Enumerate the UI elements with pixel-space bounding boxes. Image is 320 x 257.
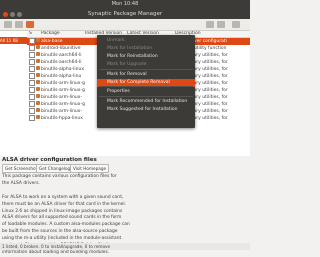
- filter-list: All 11 KB: [0, 31, 28, 156]
- description-line: For ALSA to work on a system with a give…: [2, 194, 124, 200]
- window-titlebar[interactable]: Synaptic Package Manager: [0, 9, 250, 19]
- status-checkbox[interactable]: [29, 115, 35, 121]
- close-icon[interactable]: [3, 12, 8, 17]
- menu-item-properties[interactable]: Properties: [97, 88, 195, 96]
- menu-item-mark-for-reinstallation[interactable]: Mark for Reinstallation: [97, 53, 195, 61]
- cell-package: binutils-arm-linux-g: [41, 102, 85, 107]
- cell-package: binutils-arm-linux-g: [41, 81, 85, 86]
- description-line: This package contains various configurat…: [2, 174, 117, 179]
- package-icon: [36, 108, 40, 112]
- description-line: using the m-a utility (included in the m…: [2, 236, 122, 242]
- status-checkbox[interactable]: [29, 66, 35, 72]
- clock[interactable]: Mon 10:48: [0, 0, 250, 9]
- properties-icon[interactable]: [206, 21, 214, 28]
- description-panel: ALSA driver configuration files Get Scre…: [0, 156, 250, 255]
- description-line: there must be an ALSA driver for that ca…: [2, 201, 126, 207]
- apply-icon[interactable]: [26, 21, 34, 28]
- menu-item-mark-suggested-for-installation[interactable]: Mark Suggested for Installation: [97, 106, 195, 114]
- cell-package: binutils-alpha-linu: [41, 74, 82, 79]
- package-icon: [36, 38, 40, 42]
- package-icon: [36, 52, 40, 56]
- menu-item-unmark[interactable]: Unmark: [97, 37, 195, 45]
- filter-item-all[interactable]: All 11 KB: [0, 37, 27, 44]
- package-icon: [36, 101, 40, 105]
- package-icon: [36, 115, 40, 119]
- cell-package: binutils-hppa-linux: [41, 116, 83, 121]
- status-checkbox[interactable]: [29, 94, 35, 100]
- package-icon: [36, 73, 40, 77]
- status-checkbox[interactable]: [29, 80, 35, 86]
- status-checkbox[interactable]: [29, 59, 35, 65]
- description-line: [2, 188, 248, 195]
- status-checkbox[interactable]: [29, 87, 35, 93]
- description-title: ALSA driver configuration files: [2, 157, 97, 163]
- menu-separator: [99, 96, 193, 97]
- mark-upgrades-icon[interactable]: [15, 21, 23, 28]
- status-bar: 1 listed, 0 broken. 0 to install/upgrade…: [0, 243, 250, 250]
- menu-separator: [99, 69, 193, 70]
- header-status[interactable]: S: [29, 31, 32, 37]
- package-icon: [36, 45, 40, 49]
- reload-icon[interactable]: [4, 21, 12, 28]
- package-icon: [36, 59, 40, 63]
- cell-package: android-libunitive: [41, 46, 81, 51]
- package-icon: [36, 94, 40, 98]
- toolbar: [0, 19, 250, 31]
- context-menu: Unmark Mark for Installation Mark for Rein…: [97, 35, 195, 128]
- cell-package: binutils-alpha-linux: [41, 67, 85, 72]
- description-line: information about loading and building m…: [2, 249, 110, 255]
- status-checkbox[interactable]: [29, 45, 35, 51]
- status-checkbox[interactable]: [29, 52, 35, 58]
- cell-package: binutils-arm-linux-: [41, 109, 83, 114]
- menu-item-mark-recommended-for-installation[interactable]: Mark Recommended for Installation: [97, 98, 195, 106]
- quick-filter-icon[interactable]: [217, 21, 225, 28]
- package-icon: [36, 66, 40, 70]
- menu-item-mark-for-upgrade[interactable]: Mark for Upgrade: [97, 61, 195, 69]
- visit-homepage-button[interactable]: Visit Homepage: [70, 164, 110, 173]
- cell-package: binutils-aarch64-li: [41, 53, 82, 58]
- menu-item-mark-for-removal[interactable]: Mark for Removal: [97, 71, 195, 79]
- cell-package: binutils-arm-linux-: [41, 95, 83, 100]
- get-changelog-button[interactable]: Get Changelog: [36, 164, 74, 173]
- cell-package: binutils-aarch64-li: [41, 60, 82, 65]
- header-package[interactable]: Package: [41, 31, 60, 37]
- cell-package: alsa-base: [41, 39, 63, 44]
- status-checkbox[interactable]: [29, 38, 35, 44]
- cell-package: binutils-arm-linux-g: [41, 88, 85, 93]
- window-title: Synaptic Package Manager: [87, 11, 163, 17]
- package-icon: [36, 87, 40, 91]
- menu-separator: [99, 86, 193, 87]
- status-checkbox[interactable]: [29, 101, 35, 107]
- description-line: the ALSA drivers.: [2, 180, 40, 186]
- minimize-icon[interactable]: [10, 12, 15, 17]
- maximize-icon[interactable]: [17, 12, 22, 17]
- status-checkbox[interactable]: [29, 108, 35, 114]
- get-screenshot-button[interactable]: Get Screenshot: [2, 164, 41, 173]
- package-icon: [36, 80, 40, 84]
- top-panel: Mon 10:48: [0, 0, 250, 9]
- search-icon[interactable]: [232, 21, 240, 28]
- status-checkbox[interactable]: [29, 73, 35, 79]
- menu-item-mark-for-installation[interactable]: Mark for Installation: [97, 45, 195, 53]
